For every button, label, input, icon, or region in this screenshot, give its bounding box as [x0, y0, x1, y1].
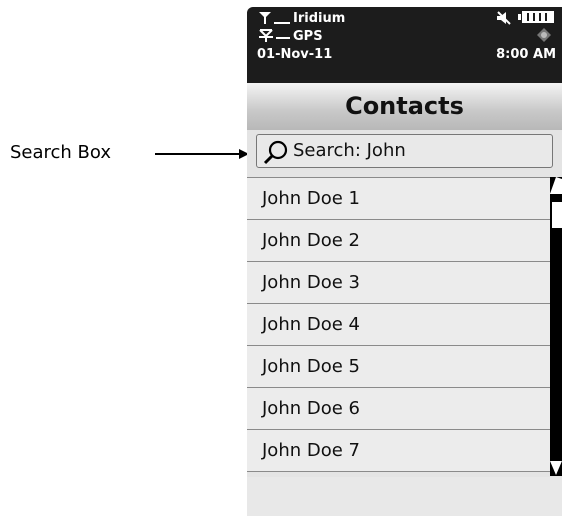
magnifier-icon	[263, 140, 288, 165]
contact-name: John Doe 1	[262, 188, 360, 209]
list-item[interactable]: John Doe 1	[247, 178, 550, 220]
title-bar: Contacts	[247, 83, 562, 130]
scroll-thumb[interactable]	[552, 202, 562, 228]
device-screen: Iridium GPS 01-Nov-11 8:00 AM Contacts S…	[247, 7, 562, 516]
list-item[interactable]: John Doe 4	[247, 304, 550, 346]
time-label: 8:00 AM	[496, 47, 556, 62]
gps-antenna-icon	[259, 29, 273, 42]
bottom-soft-key-bar	[247, 477, 562, 516]
scroll-up-arrow-icon[interactable]	[550, 177, 562, 195]
search-query-text: Search: John	[293, 140, 406, 161]
status-bar: Iridium GPS 01-Nov-11 8:00 AM	[247, 7, 562, 83]
network-label: Iridium	[293, 11, 346, 26]
callout-arrow	[155, 149, 249, 159]
contact-name: John Doe 4	[262, 314, 360, 335]
signal-bar-icon	[274, 22, 290, 24]
date-label: 01-Nov-11	[257, 47, 333, 62]
list-item[interactable]: John Doe 7	[247, 430, 550, 472]
list-item[interactable]: John Doe 3	[247, 262, 550, 304]
contact-name: John Doe 6	[262, 398, 360, 419]
gps-label: GPS	[293, 29, 323, 44]
page-title: Contacts	[345, 92, 464, 120]
search-box-callout-label: Search Box	[10, 142, 112, 163]
contact-name: John Doe 7	[262, 440, 360, 461]
battery-icon	[518, 11, 554, 23]
contact-list: John Doe 1 John Doe 2 John Doe 3 John Do…	[247, 177, 550, 472]
gps-fix-icon	[537, 28, 551, 42]
list-item[interactable]: John Doe 2	[247, 220, 550, 262]
list-item[interactable]: John Doe 5	[247, 346, 550, 388]
satellite-signal-icon	[259, 12, 271, 24]
scroll-down-arrow-icon[interactable]	[550, 460, 562, 476]
list-item[interactable]: John Doe 6	[247, 388, 550, 430]
contact-name: John Doe 3	[262, 272, 360, 293]
contact-name: John Doe 5	[262, 356, 360, 377]
contact-name: John Doe 2	[262, 230, 360, 251]
scrollbar[interactable]	[550, 177, 562, 476]
gps-bar-icon	[276, 37, 290, 39]
search-input[interactable]: Search: John	[256, 134, 553, 168]
mute-icon	[497, 11, 511, 25]
